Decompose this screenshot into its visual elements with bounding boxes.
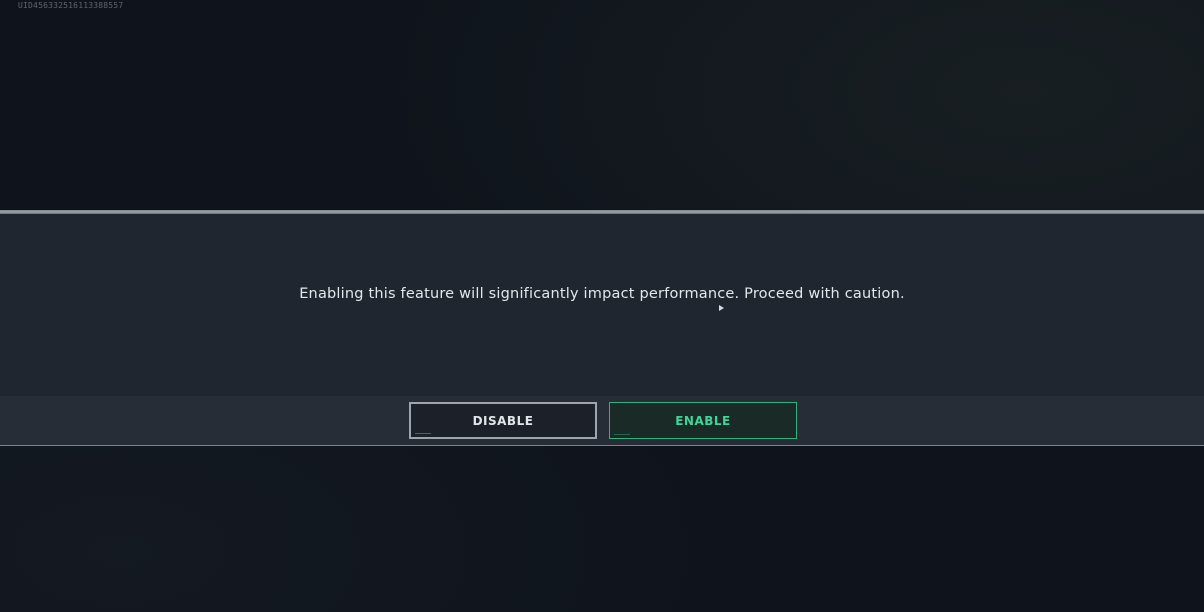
dialog-footer: DISABLE ENABLE <box>0 396 1204 446</box>
disable-button[interactable]: DISABLE <box>409 402 597 439</box>
game-screen: UID456332516113388557 Enabling this feat… <box>0 0 1204 612</box>
confirmation-dialog: Enabling this feature will significantly… <box>0 210 1204 446</box>
mouse-cursor-icon <box>719 305 724 311</box>
button-corner-tick <box>415 433 431 434</box>
dialog-top-divider <box>0 210 1204 214</box>
dialog-message: Enabling this feature will significantly… <box>299 286 905 302</box>
disable-button-label: DISABLE <box>472 413 534 428</box>
enable-button[interactable]: ENABLE <box>609 402 797 439</box>
enable-button-label: ENABLE <box>675 413 731 428</box>
uid-label: UID456332516113388557 <box>18 1 124 10</box>
button-corner-tick <box>614 434 630 435</box>
